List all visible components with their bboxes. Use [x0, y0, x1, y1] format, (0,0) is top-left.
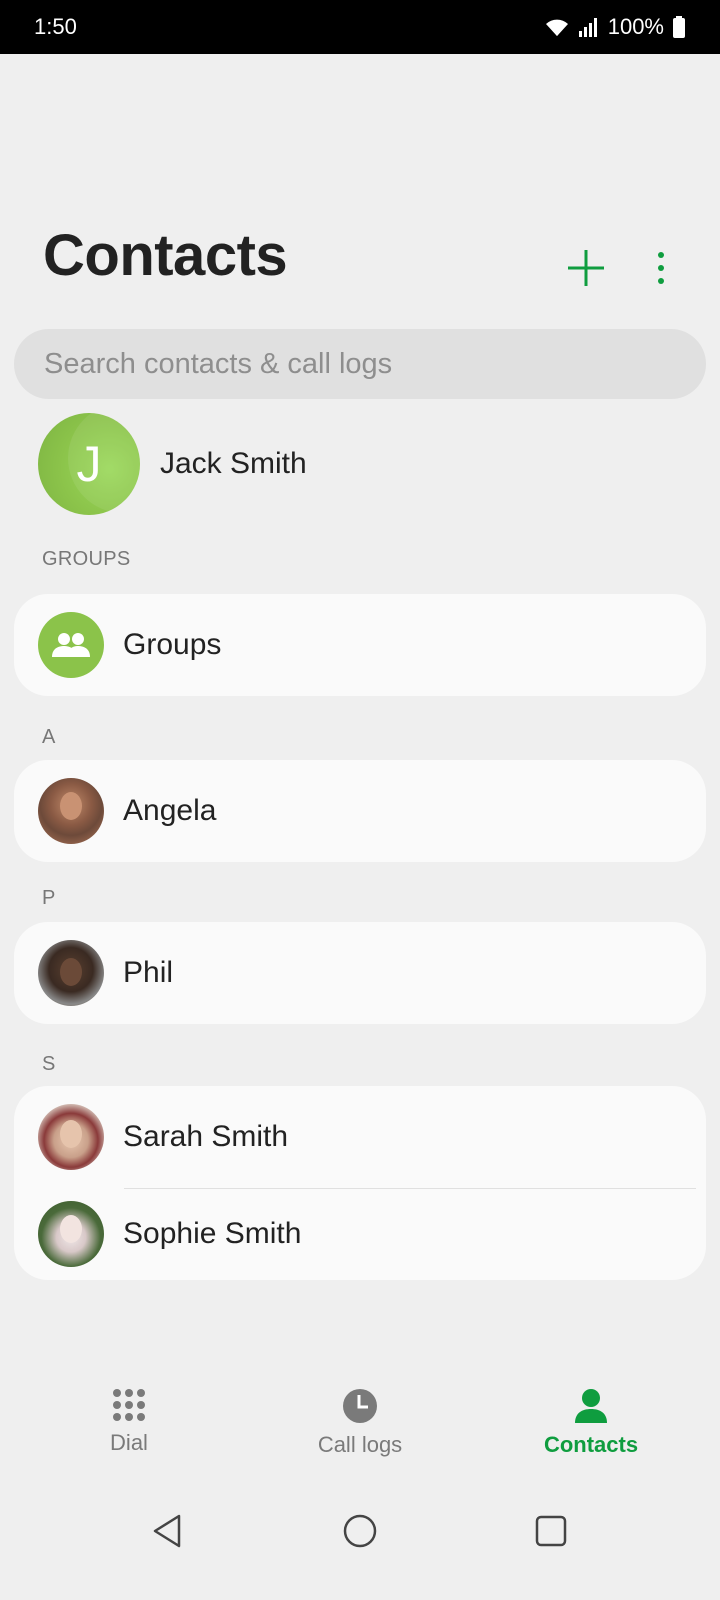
groups-icon: [38, 612, 104, 678]
recents-button[interactable]: [526, 1506, 576, 1556]
nav-contacts-label: Contacts: [543, 1432, 639, 1457]
person-icon: [575, 1389, 607, 1423]
contact-row-angela[interactable]: Angela: [14, 760, 706, 862]
section-header-p: P: [42, 887, 56, 909]
groups-item[interactable]: Groups: [14, 594, 706, 696]
contact-name: Angela: [123, 794, 217, 827]
clock-icon: [343, 1389, 377, 1423]
avatar: [38, 1201, 104, 1267]
search-input[interactable]: Search contacts & call logs: [14, 329, 706, 399]
avatar: [38, 778, 104, 844]
back-triangle-icon: [153, 1514, 181, 1548]
nav-dial-label: Dial: [110, 1430, 148, 1455]
nav-call-logs[interactable]: Call logs: [240, 1370, 480, 1480]
contact-name: Sophie Smith: [123, 1217, 302, 1250]
status-bar: 1:50 100%: [0, 0, 720, 54]
contacts-card-p: Phil: [14, 922, 706, 1024]
avatar: [38, 940, 104, 1006]
contact-row-sarah[interactable]: Sarah Smith: [14, 1086, 706, 1188]
section-header-groups: GROUPS: [42, 548, 131, 570]
nav-call-logs-label: Call logs: [317, 1432, 403, 1457]
signal-icon: [578, 18, 597, 37]
back-button[interactable]: [142, 1506, 192, 1556]
system-nav-bar: [0, 1490, 720, 1570]
section-header-s: S: [42, 1053, 56, 1075]
status-icons: 100%: [544, 14, 686, 40]
plus-icon: [568, 250, 604, 286]
contact-row-phil[interactable]: Phil: [14, 922, 706, 1024]
contact-name: Sarah Smith: [123, 1120, 289, 1153]
contact-row-sophie[interactable]: Sophie Smith: [14, 1188, 706, 1280]
profile-avatar: J: [38, 413, 140, 515]
home-button[interactable]: [335, 1506, 385, 1556]
more-options-button[interactable]: [644, 244, 678, 292]
groups-card: Groups: [14, 594, 706, 696]
contacts-card-s: Sarah Smith Sophie Smith: [14, 1086, 706, 1280]
search-placeholder: Search contacts & call logs: [44, 347, 393, 380]
my-profile[interactable]: J Jack Smith: [38, 413, 678, 515]
status-time: 1:50: [34, 14, 77, 39]
dialpad-icon: [113, 1389, 145, 1421]
contact-name: Phil: [123, 956, 174, 989]
avatar: [38, 1104, 104, 1170]
home-circle-icon: [343, 1514, 377, 1548]
battery-percent: 100%: [607, 14, 664, 39]
page-title: Contacts: [43, 223, 288, 288]
profile-initial: J: [76, 436, 102, 492]
nav-contacts[interactable]: Contacts: [471, 1370, 711, 1480]
nav-dial[interactable]: Dial: [9, 1370, 249, 1480]
section-header-a: A: [42, 726, 56, 748]
battery-icon: [673, 16, 685, 38]
wifi-icon: [545, 19, 568, 36]
more-vert-icon: [658, 252, 664, 284]
groups-label: Groups: [123, 628, 222, 661]
contacts-card-a: Angela: [14, 760, 706, 862]
recents-square-icon: [535, 1515, 567, 1547]
profile-name: Jack Smith: [160, 447, 307, 480]
add-contact-button[interactable]: [562, 244, 610, 292]
bottom-nav: Dial Call logs Contacts: [0, 1370, 720, 1480]
